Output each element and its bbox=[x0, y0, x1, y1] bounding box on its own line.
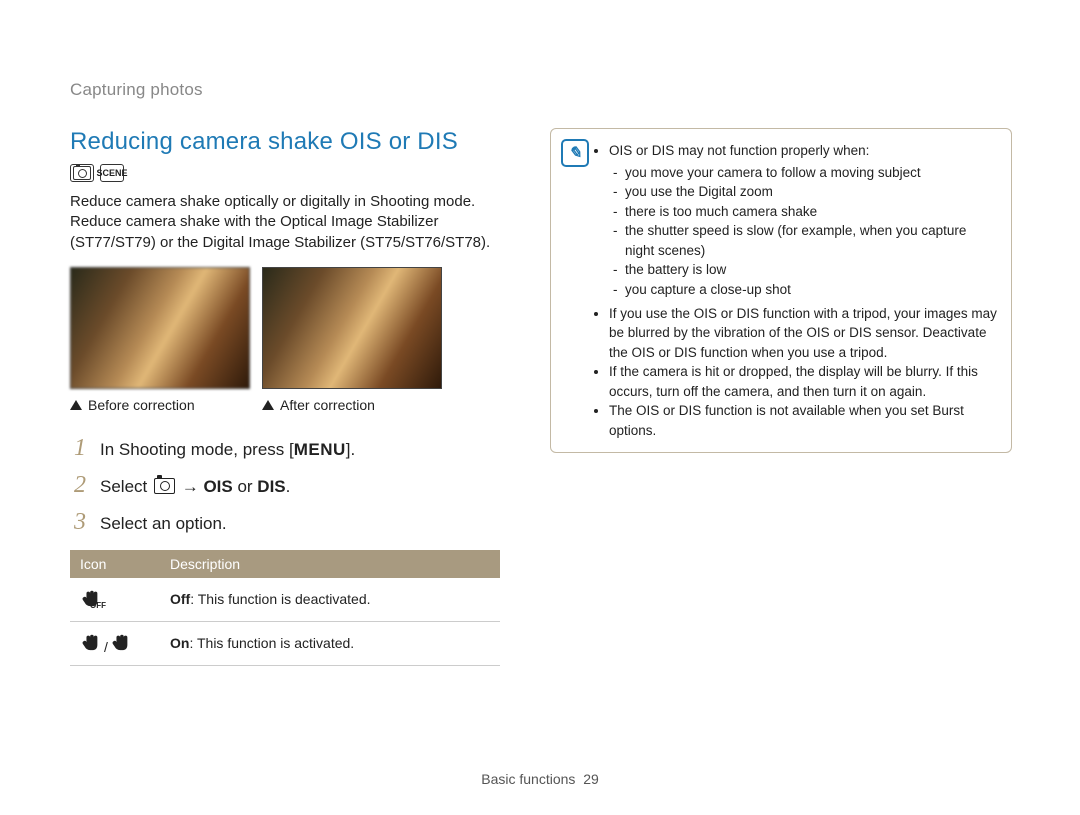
step-list: 1 In Shooting mode, press [MENU]. 2 Sele… bbox=[70, 435, 500, 536]
note-subitem: the shutter speed is slow (for example, … bbox=[625, 221, 997, 260]
right-column: ✎ OIS or DIS may not function properly w… bbox=[550, 128, 1012, 666]
table-head-icon: Icon bbox=[70, 550, 160, 578]
page-footer: Basic functions 29 bbox=[0, 771, 1080, 787]
note-box: ✎ OIS or DIS may not function properly w… bbox=[550, 128, 1012, 453]
manual-page: Capturing photos Reducing camera shake O… bbox=[0, 0, 1080, 815]
camera-p-icon bbox=[70, 164, 94, 182]
note-subitem: there is too much camera shake bbox=[625, 202, 997, 222]
note-bullet: The OIS or DIS function is not available… bbox=[609, 401, 997, 440]
caption-text: After correction bbox=[280, 397, 375, 413]
mode-icon-row: SCENE bbox=[70, 164, 500, 182]
icon-sub-label: OFF bbox=[90, 601, 106, 610]
intro-text: Reduce camera shake optically or digital… bbox=[70, 192, 500, 253]
table-row: OFF Off: This function is deactivated. bbox=[70, 578, 500, 622]
before-correction-image bbox=[70, 267, 250, 389]
page-title: Reducing camera shake OIS or DIS bbox=[70, 128, 500, 156]
sample-after: After correction bbox=[262, 267, 440, 413]
after-correction-image bbox=[262, 267, 442, 389]
note-bullet: If the camera is hit or dropped, the dis… bbox=[609, 362, 997, 401]
step-text: Select an option. bbox=[100, 514, 227, 534]
after-caption: After correction bbox=[262, 397, 440, 413]
note-bullet: If you use the OIS or DIS function with … bbox=[609, 304, 997, 363]
step-3: 3 Select an option. bbox=[70, 509, 500, 536]
icon-cell: / bbox=[70, 621, 160, 665]
caption-text: Before correction bbox=[88, 397, 195, 413]
note-sublist: you move your camera to follow a moving … bbox=[609, 163, 997, 300]
step-number: 2 bbox=[70, 472, 90, 499]
hand-ois-icon bbox=[80, 632, 102, 652]
footer-page-number: 29 bbox=[583, 771, 599, 787]
options-table: Icon Description OFF Off: This function … bbox=[70, 550, 500, 666]
step-number: 1 bbox=[70, 435, 90, 462]
table-head-desc: Description bbox=[160, 550, 500, 578]
scene-icon: SCENE bbox=[100, 164, 124, 182]
sample-before: Before correction bbox=[70, 267, 248, 413]
step-text: In Shooting mode, press [MENU]. bbox=[100, 440, 355, 460]
note-subitem: the battery is low bbox=[625, 260, 997, 280]
step-number: 3 bbox=[70, 509, 90, 536]
desc-cell: On: This function is activated. bbox=[160, 621, 500, 665]
step-text: Select → OIS or DIS. bbox=[100, 477, 290, 497]
note-subitem: you capture a close-up shot bbox=[625, 280, 997, 300]
breadcrumb: Capturing photos bbox=[70, 80, 1012, 100]
footer-section: Basic functions bbox=[481, 771, 575, 787]
triangle-icon bbox=[70, 400, 82, 410]
step-2: 2 Select → OIS or DIS. bbox=[70, 472, 500, 499]
hand-off-icon: OFF bbox=[80, 588, 102, 608]
note-lead: OIS or DIS may not function properly whe… bbox=[609, 141, 997, 300]
table-row: / On: This function is activated. bbox=[70, 621, 500, 665]
camera-icon bbox=[154, 478, 175, 494]
triangle-icon bbox=[262, 400, 274, 410]
hand-dis-icon bbox=[110, 632, 132, 652]
note-subitem: you move your camera to follow a moving … bbox=[625, 163, 997, 183]
note-subitem: you use the Digital zoom bbox=[625, 182, 997, 202]
two-column-layout: Reducing camera shake OIS or DIS SCENE R… bbox=[70, 128, 1012, 666]
before-caption: Before correction bbox=[70, 397, 248, 413]
sample-images: Before correction After correction bbox=[70, 267, 500, 413]
note-icon: ✎ bbox=[561, 139, 589, 167]
left-column: Reducing camera shake OIS or DIS SCENE R… bbox=[70, 128, 500, 666]
step-1: 1 In Shooting mode, press [MENU]. bbox=[70, 435, 500, 462]
note-list: OIS or DIS may not function properly whe… bbox=[595, 141, 997, 440]
menu-label: MENU bbox=[294, 440, 346, 459]
icon-cell: OFF bbox=[70, 578, 160, 622]
desc-cell: Off: This function is deactivated. bbox=[160, 578, 500, 622]
